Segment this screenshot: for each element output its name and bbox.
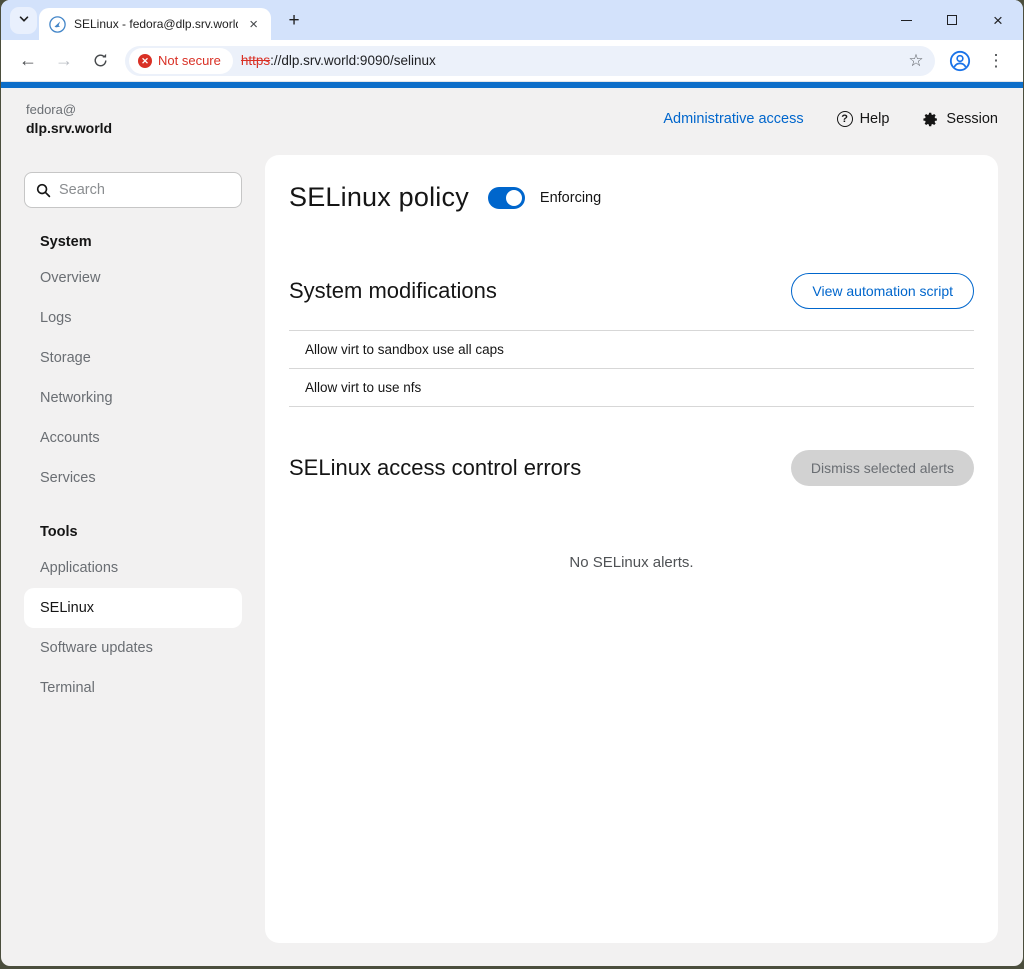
browser-toolbar: ← → ✕ Not secure https://dlp.srv.world:9… — [1, 40, 1023, 82]
sidebar-item[interactable]: Accounts — [24, 418, 242, 458]
modification-row: Allow virt to sandbox use all caps — [289, 331, 974, 369]
page-title: SELinux policy — [289, 182, 469, 213]
host-switcher[interactable]: fedora@ dlp.srv.world — [26, 102, 112, 136]
browser-menu-button[interactable]: ⋮ — [979, 44, 1013, 78]
minimize-icon — [901, 20, 912, 21]
access-control-errors-heading: SELinux access control errors — [289, 455, 581, 481]
session-menu[interactable]: Session — [922, 111, 998, 128]
modifications-table: Allow virt to sandbox use all capsAllow … — [289, 330, 974, 407]
close-icon: × — [993, 12, 1003, 29]
not-secure-icon: ✕ — [138, 54, 152, 68]
sidebar-item[interactable]: Services — [24, 458, 242, 498]
sidebar-item[interactable]: Software updates — [24, 628, 242, 668]
sidebar-item[interactable]: Networking — [24, 378, 242, 418]
profile-button[interactable] — [943, 44, 977, 78]
sidebar: System OverviewLogsStorageNetworkingAcco… — [1, 150, 265, 966]
profile-avatar-icon — [949, 50, 971, 72]
reload-icon — [92, 52, 109, 69]
sidebar-item[interactable]: Logs — [24, 298, 242, 338]
sidebar-item[interactable]: SELinux — [24, 588, 242, 628]
masthead-hostname: dlp.srv.world — [26, 120, 112, 136]
not-secure-label: Not secure — [158, 53, 221, 68]
sidebar-section-system: System OverviewLogsStorageNetworkingAcco… — [1, 226, 265, 498]
selinux-card: SELinux policy Enforcing System modifica… — [265, 155, 998, 943]
new-tab-button[interactable]: + — [281, 8, 307, 34]
sidebar-item[interactable]: Terminal — [24, 668, 242, 708]
dismiss-selected-alerts-button[interactable]: Dismiss selected alerts — [791, 450, 974, 486]
sidebar-item[interactable]: Storage — [24, 338, 242, 378]
tab-close-icon[interactable]: × — [246, 16, 261, 33]
search-icon — [36, 183, 51, 198]
forward-button[interactable]: → — [47, 44, 81, 78]
sidebar-search[interactable] — [24, 172, 242, 208]
window-close-button[interactable]: × — [975, 0, 1021, 40]
reload-button[interactable] — [83, 44, 117, 78]
browser-tab-active[interactable]: SELinux - fedora@dlp.srv.world × — [39, 8, 271, 40]
window-minimize-button[interactable] — [883, 0, 929, 40]
browser-tabstrip: SELinux - fedora@dlp.srv.world × + × — [1, 0, 1023, 40]
tab-title: SELinux - fedora@dlp.srv.world — [74, 17, 238, 31]
url-rest: ://dlp.srv.world:9090/selinux — [270, 53, 436, 68]
gear-icon — [922, 111, 939, 128]
search-input[interactable] — [59, 182, 230, 198]
help-label: Help — [860, 111, 890, 127]
help-menu[interactable]: ? Help — [837, 111, 890, 127]
sidebar-section-heading: System — [24, 226, 242, 258]
enforcing-toggle[interactable] — [488, 187, 525, 209]
sidebar-section-tools: Tools ApplicationsSELinuxSoftware update… — [1, 516, 265, 708]
enforcing-toggle-label: Enforcing — [540, 190, 601, 206]
cockpit-favicon-icon — [49, 16, 66, 33]
sidebar-item[interactable]: Overview — [24, 258, 242, 298]
window-maximize-button[interactable] — [929, 0, 975, 40]
address-bar[interactable]: ✕ Not secure https://dlp.srv.world:9090/… — [125, 46, 935, 76]
cockpit-masthead: fedora@ dlp.srv.world Administrative acc… — [1, 88, 1023, 150]
url-scheme-struck: https — [241, 53, 270, 68]
no-alerts-message: No SELinux alerts. — [289, 554, 974, 571]
sidebar-item[interactable]: Applications — [24, 548, 242, 588]
modification-row: Allow virt to use nfs — [289, 369, 974, 407]
site-security-chip[interactable]: ✕ Not secure — [129, 48, 233, 74]
url-text[interactable]: https://dlp.srv.world:9090/selinux — [241, 53, 436, 68]
toggle-knob — [506, 190, 522, 206]
bookmark-star-icon[interactable]: ☆ — [903, 48, 929, 74]
administrative-access-link[interactable]: Administrative access — [663, 111, 803, 127]
help-icon: ? — [837, 111, 853, 127]
sidebar-section-items: OverviewLogsStorageNetworkingAccountsSer… — [1, 258, 265, 498]
system-modifications-heading: System modifications — [289, 278, 497, 304]
main-content: SELinux policy Enforcing System modifica… — [265, 150, 1023, 966]
session-label: Session — [946, 111, 998, 127]
chevron-down-icon — [18, 12, 30, 30]
browser-window: SELinux - fedora@dlp.srv.world × + × ← →… — [1, 0, 1023, 966]
masthead-username: fedora@ — [26, 102, 112, 117]
back-button[interactable]: ← — [11, 44, 45, 78]
sidebar-section-heading: Tools — [24, 516, 242, 548]
tab-search-button[interactable] — [10, 7, 37, 34]
window-controls: × — [883, 0, 1021, 40]
maximize-icon — [947, 15, 957, 25]
sidebar-section-items: ApplicationsSELinuxSoftware updatesTermi… — [1, 548, 265, 708]
view-automation-script-button[interactable]: View automation script — [791, 273, 974, 309]
